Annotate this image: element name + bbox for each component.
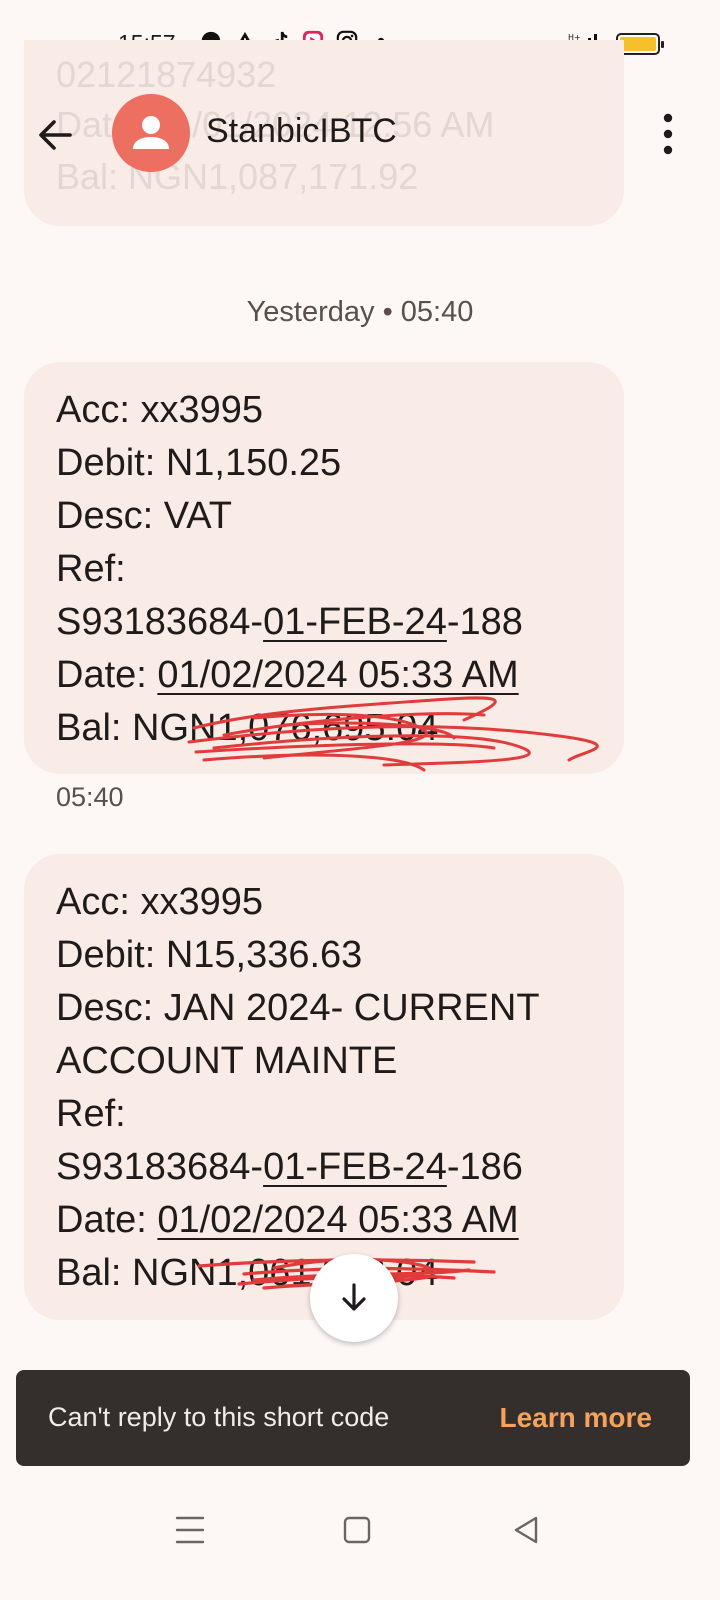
message-timestamp: 05:40 xyxy=(56,782,124,812)
ref-date-link[interactable]: 01-FEB-24 xyxy=(263,1146,447,1188)
scroll-to-bottom-button[interactable] xyxy=(310,1254,398,1342)
debit-line: Debit: N15,336.63 xyxy=(56,934,363,976)
previous-message-line: 02121874932 xyxy=(56,54,277,95)
learn-more-button[interactable]: Learn more xyxy=(500,1402,653,1434)
date-divider: Yesterday • 05:40 xyxy=(246,296,474,328)
ref-line: S93183684-01-FEB-24-188 xyxy=(56,596,592,649)
home-icon[interactable] xyxy=(337,1510,377,1550)
date-label: Date: xyxy=(56,654,158,696)
debit-line: Debit: N1,150.25 xyxy=(56,442,342,484)
description-line: ACCOUNT MAINTE xyxy=(56,1040,398,1082)
snackbar-text: Can't reply to this short code xyxy=(48,1402,390,1432)
back-icon[interactable] xyxy=(506,1510,546,1550)
account-line: Acc: xx3995 xyxy=(56,389,263,431)
ref-label: Ref: xyxy=(56,548,126,590)
message-bubble[interactable]: Acc: xx3995 Debit: N15,336.63 Desc: JAN … xyxy=(24,854,624,1320)
recent-apps-icon[interactable] xyxy=(170,1510,210,1550)
ref-line: S93183684-01-FEB-24-186 xyxy=(56,1141,592,1194)
snackbar: Can't reply to this short code Learn mor… xyxy=(16,1370,690,1466)
conversation-header: StanbicIBTC xyxy=(0,92,720,176)
ref-date-link[interactable]: 01-FEB-24 xyxy=(263,601,447,643)
ref-prefix: S93183684- xyxy=(56,1146,264,1188)
system-navigation-bar xyxy=(0,1482,720,1600)
ref-prefix: S93183684- xyxy=(56,601,264,643)
message-bubble[interactable]: Acc: xx3995 Debit: N1,150.25 Desc: VAT R… xyxy=(24,362,624,774)
balance-line: Bal: NGN1,076,695.04 xyxy=(56,707,439,749)
account-line: Acc: xx3995 xyxy=(56,881,263,923)
description-line: Desc: VAT xyxy=(56,495,232,537)
date-line: Date: 01/02/2024 05:33 AM xyxy=(56,1194,592,1247)
more-options-icon[interactable] xyxy=(658,110,678,158)
contact-name[interactable]: StanbicIBTC xyxy=(206,112,397,151)
person-icon xyxy=(133,116,169,149)
avatar[interactable] xyxy=(112,94,190,172)
back-arrow-icon[interactable] xyxy=(32,112,78,158)
ref-label: Ref: xyxy=(56,1093,126,1135)
date-line: Date: 01/02/2024 05:33 AM xyxy=(56,649,592,702)
description-line: Desc: JAN 2024- CURRENT xyxy=(56,987,540,1029)
date-link[interactable]: 01/02/2024 05:33 AM xyxy=(157,1199,518,1241)
ref-suffix: -186 xyxy=(446,1146,523,1188)
date-label: Date: xyxy=(56,1199,158,1241)
date-link[interactable]: 01/02/2024 05:33 AM xyxy=(157,654,518,696)
arrow-down-icon xyxy=(342,1283,366,1311)
ref-suffix: -188 xyxy=(446,601,523,643)
